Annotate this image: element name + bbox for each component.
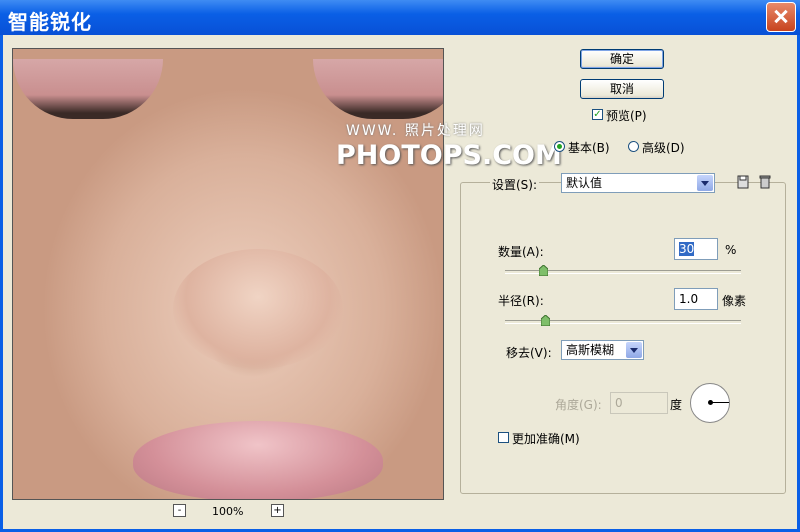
settings-label: 设置(S): <box>490 176 540 193</box>
radius-label: 半径(R): <box>498 294 544 308</box>
preview-image[interactable] <box>12 48 444 500</box>
chevron-down-icon <box>626 342 642 358</box>
more-accurate-label: 更加准确(M) <box>512 432 580 446</box>
radius-input[interactable]: 1.0 <box>674 288 718 310</box>
zoom-in-button[interactable]: + <box>271 504 284 517</box>
close-button[interactable] <box>766 2 796 32</box>
trash-icon[interactable] <box>758 175 772 189</box>
preview-lips <box>133 421 383 499</box>
angle-unit: 度 <box>670 398 683 412</box>
preview-nose <box>173 249 343 369</box>
advanced-label: 高级(D) <box>642 141 685 155</box>
chevron-down-icon <box>697 175 713 191</box>
angle-value: 0 <box>615 396 623 410</box>
amount-input[interactable]: 30 <box>674 238 718 260</box>
settings-value: 默认值 <box>566 176 603 190</box>
radius-unit: 像素 <box>722 294 747 308</box>
ok-button[interactable]: 确定 <box>580 49 664 69</box>
watermark-line2: PHOTOPS.COM <box>336 140 562 171</box>
zoom-level: 100% <box>212 505 244 518</box>
angle-label: 角度(G): <box>555 398 602 412</box>
watermark-line1: WWW. 照片处理网 <box>346 123 485 139</box>
amount-slider-thumb[interactable] <box>538 265 548 276</box>
zoom-out-button[interactable]: - <box>173 504 186 517</box>
remove-select[interactable]: 高斯模糊 <box>561 340 644 360</box>
advanced-radio[interactable] <box>628 141 639 152</box>
angle-dial <box>690 383 730 423</box>
radius-slider-thumb[interactable] <box>541 315 551 326</box>
settings-select[interactable]: 默认值 <box>561 173 715 193</box>
amount-value: 30 <box>679 242 695 256</box>
settings-group <box>460 182 786 494</box>
preview-eye-right <box>313 59 443 119</box>
remove-label: 移去(V): <box>506 346 552 360</box>
save-settings-icon[interactable] <box>736 175 750 189</box>
angle-input: 0 <box>610 392 668 414</box>
window-title: 智能锐化 <box>8 10 92 34</box>
radius-value: 1.0 <box>679 292 699 306</box>
cancel-button[interactable]: 取消 <box>580 79 664 99</box>
basic-radio[interactable] <box>554 141 565 152</box>
remove-value: 高斯模糊 <box>566 343 615 357</box>
preview-label: 预览(P) <box>606 109 647 123</box>
basic-label: 基本(B) <box>568 141 610 155</box>
amount-label: 数量(A): <box>498 245 544 259</box>
preview-eye-left <box>13 59 163 119</box>
amount-unit: % <box>725 243 737 257</box>
more-accurate-checkbox[interactable] <box>498 432 509 443</box>
preview-checkbox[interactable]: ✓ <box>592 109 603 120</box>
title-bar: 智能锐化 <box>0 0 800 35</box>
